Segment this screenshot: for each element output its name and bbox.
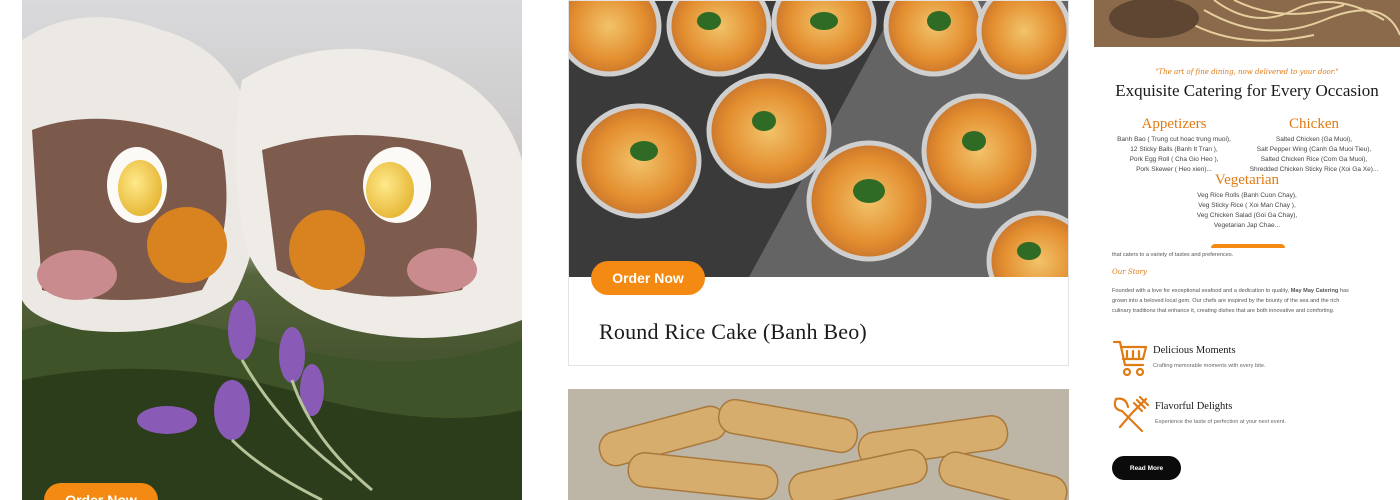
- feature-desc: Experience the taste of perfection at yo…: [1155, 419, 1286, 425]
- list-item: 12 Sticky Balls (Banh It Tran ),: [1130, 146, 1218, 153]
- dish-title: Round Rice Cake (Banh Beo): [599, 319, 867, 344]
- product-card-egg-rolls[interactable]: [568, 389, 1069, 500]
- category-list-vegetarian: Veg Rice Rolls (Banh Cuon Chay), Veg Sti…: [1182, 191, 1312, 231]
- order-now-button[interactable]: Order Now: [44, 483, 158, 500]
- feature-desc: Crafting memorable moments with every bi…: [1153, 363, 1266, 369]
- list-item: Veg Chicken Salad (Goi Ga Chay),: [1196, 212, 1298, 219]
- list-item: Veg Sticky Rice ( Xoi Man Chay ),: [1198, 202, 1296, 209]
- list-item: Veg Rice Rolls (Banh Cuon Chay),: [1197, 192, 1297, 199]
- catering-tagline: "The art of fine dining, now delivered t…: [1155, 68, 1339, 76]
- intro-text: that caters to a variety of tastes and p…: [1112, 252, 1234, 258]
- egg-rolls-photo: [568, 389, 1069, 500]
- story-text: Founded with a love for exceptional seaf…: [1112, 288, 1349, 314]
- banh-bao-photo: [22, 0, 522, 500]
- list-item: Salted Chicken (Ga Muoi),: [1275, 136, 1353, 143]
- order-now-button[interactable]: Order Now: [591, 261, 705, 295]
- list-item: Banh Bao ( Trung cut hoac trung muoi),: [1117, 136, 1231, 143]
- product-card-banh-bao[interactable]: Order Now: [22, 0, 522, 500]
- story-heading: Our Story: [1112, 268, 1147, 276]
- category-heading-chicken: Chicken: [1289, 116, 1339, 132]
- product-card-banh-beo[interactable]: Order Now Round Rice Cake (Banh Beo): [568, 0, 1069, 366]
- list-item: Vegetarian Jap Chae...: [1213, 222, 1281, 229]
- category-list-appetizers: Banh Bao ( Trung cut hoac trung muoi), 1…: [1109, 135, 1239, 175]
- pasta-photo: [1094, 0, 1400, 47]
- read-more-button[interactable]: Read More: [1112, 456, 1181, 480]
- fork-spoon-icon: [1113, 395, 1150, 433]
- banh-beo-photo: [569, 1, 1068, 277]
- hidden-button-edge: [1211, 244, 1285, 248]
- list-item: Pork Egg Roll ( Cha Gio Heo ),: [1129, 156, 1219, 163]
- category-heading-vegetarian: Vegetarian: [1214, 172, 1280, 188]
- list-item: Salt Pepper Wing (Canh Ga Muoi Tieu),: [1256, 146, 1372, 153]
- catering-title: Exquisite Catering for Every Occasion: [1115, 81, 1379, 100]
- catering-panel: "The art of fine dining, now delivered t…: [1094, 0, 1400, 500]
- category-list-chicken: Salted Chicken (Ga Muoi), Salt Pepper Wi…: [1244, 135, 1384, 175]
- list-item: Salted Chicken Rice (Com Ga Muoi),: [1260, 156, 1368, 163]
- feature-title: Delicious Moments: [1153, 345, 1236, 356]
- category-heading-appetizers: Appetizers: [1141, 116, 1207, 132]
- cart-icon: [1112, 340, 1148, 377]
- feature-title: Flavorful Delights: [1155, 401, 1233, 412]
